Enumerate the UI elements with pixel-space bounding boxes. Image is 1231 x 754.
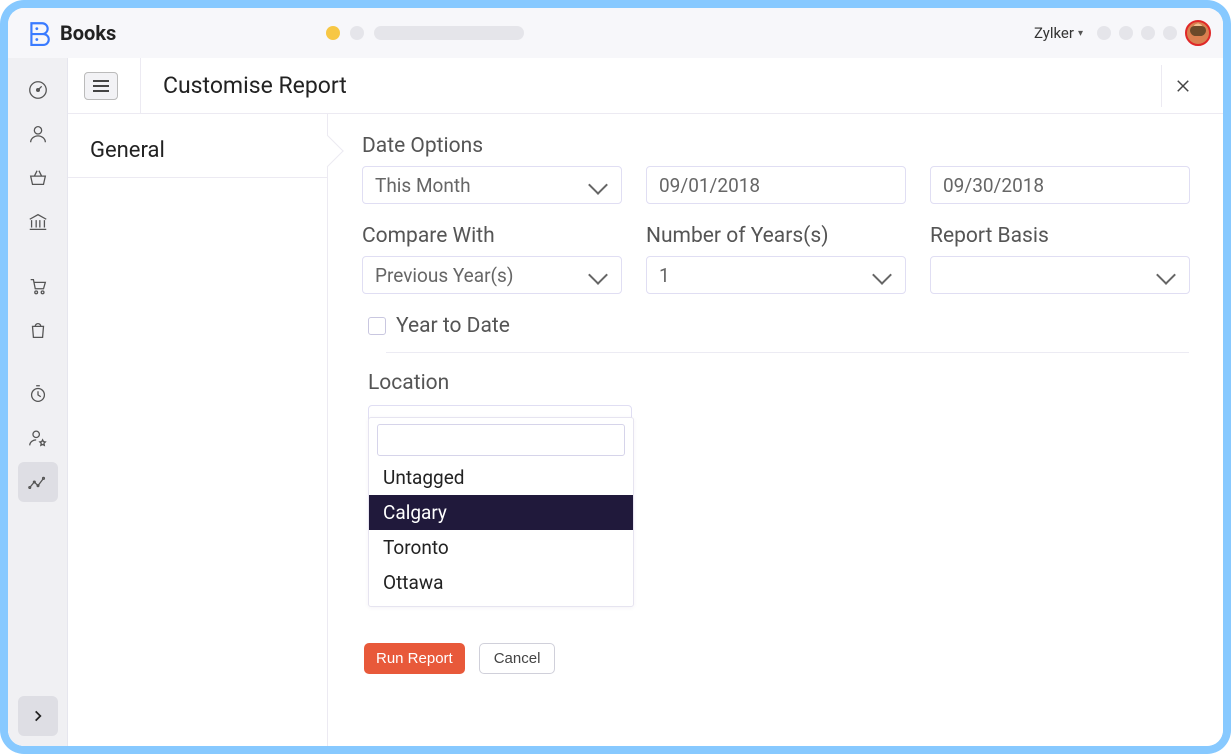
sidepanel-item-general[interactable]: General xyxy=(68,124,327,178)
top-dot xyxy=(350,26,364,40)
date-from-value: 09/01/2018 xyxy=(659,174,760,197)
top-placeholder-pills xyxy=(326,26,524,40)
app-logo[interactable]: Books xyxy=(26,20,116,46)
nav-sales[interactable] xyxy=(18,266,58,306)
form-buttons: Run Report Cancel xyxy=(364,643,1189,674)
top-bar: Books Zylker ▾ xyxy=(8,8,1223,58)
nav-expand[interactable] xyxy=(18,696,58,736)
nav-dashboard[interactable] xyxy=(18,70,58,110)
sidepanel-item-label: General xyxy=(90,138,165,163)
settings-sidepanel: General xyxy=(68,114,328,746)
report-form: Date Options This Month 09/01/2018 09/30… xyxy=(328,114,1223,746)
page-title: Customise Report xyxy=(163,72,347,99)
year-to-date-label: Year to Date xyxy=(396,314,510,338)
number-of-years-select[interactable]: 1 xyxy=(646,256,906,294)
chevron-down-icon xyxy=(872,265,892,285)
label-date-options: Date Options xyxy=(362,134,1189,158)
bag-icon xyxy=(27,319,49,341)
top-action-dot-2[interactable] xyxy=(1119,26,1133,40)
nav-time[interactable] xyxy=(18,374,58,414)
label-report-basis: Report Basis xyxy=(930,224,1190,248)
location-dropdown-search[interactable] xyxy=(377,424,625,456)
top-action-dot-4[interactable] xyxy=(1163,26,1177,40)
stopwatch-icon xyxy=(27,383,49,405)
location-option-ottawa[interactable]: Ottawa xyxy=(369,565,633,600)
year-to-date-row: Year to Date xyxy=(368,314,1189,338)
cancel-button[interactable]: Cancel xyxy=(479,643,556,674)
close-icon xyxy=(1174,77,1192,95)
cart-icon xyxy=(27,275,49,297)
top-action-dot-1[interactable] xyxy=(1097,26,1111,40)
location-option-toronto[interactable]: Toronto xyxy=(369,530,633,565)
chevron-down-icon xyxy=(588,175,608,195)
chevron-down-icon xyxy=(588,265,608,285)
date-preset-value: This Month xyxy=(375,174,471,197)
chevron-down-icon: ▾ xyxy=(1078,28,1083,39)
label-number-of-years: Number of Years(s) xyxy=(646,224,906,248)
date-options-row: This Month 09/01/2018 09/30/2018 xyxy=(362,166,1189,204)
date-preset-select[interactable]: This Month xyxy=(362,166,622,204)
year-to-date-checkbox[interactable] xyxy=(368,317,386,335)
content-area: General Date Options This Month 09/01/20… xyxy=(68,114,1223,746)
location-field: Location Untagged Calgary Toronto Ottawa xyxy=(368,371,1189,443)
app-body: Customise Report General Date Options xyxy=(8,58,1223,746)
label-location: Location xyxy=(368,371,1189,395)
top-right-controls: Zylker ▾ xyxy=(1034,8,1211,58)
date-to-input[interactable]: 09/30/2018 xyxy=(930,166,1190,204)
compare-row: Compare With Previous Year(s) Number of … xyxy=(362,224,1189,294)
top-action-dot-3[interactable] xyxy=(1141,26,1155,40)
basket-icon xyxy=(27,167,49,189)
person-star-icon xyxy=(27,427,49,449)
main-panel: Customise Report General Date Options xyxy=(68,58,1223,746)
header-divider xyxy=(140,58,141,113)
books-logo-icon xyxy=(26,20,52,46)
gauge-icon xyxy=(27,79,49,101)
app-name: Books xyxy=(60,21,116,45)
bank-icon xyxy=(27,211,49,233)
nav-items[interactable] xyxy=(18,158,58,198)
organization-name: Zylker xyxy=(1034,24,1074,42)
date-to-value: 09/30/2018 xyxy=(943,174,1044,197)
number-of-years-value: 1 xyxy=(659,264,670,287)
top-bar-placeholder xyxy=(374,26,524,40)
chart-line-icon xyxy=(27,471,49,493)
page-header: Customise Report xyxy=(68,58,1223,114)
location-option-untagged[interactable]: Untagged xyxy=(369,460,633,495)
nav-contacts[interactable] xyxy=(18,114,58,154)
divider xyxy=(386,352,1189,353)
date-from-input[interactable]: 09/01/2018 xyxy=(646,166,906,204)
chevron-down-icon xyxy=(1156,265,1176,285)
location-option-calgary[interactable]: Calgary xyxy=(369,495,633,530)
nav-banking[interactable] xyxy=(18,202,58,242)
compare-with-select[interactable]: Previous Year(s) xyxy=(362,256,622,294)
window-frame: Books Zylker ▾ xyxy=(0,0,1231,754)
nav-purchases[interactable] xyxy=(18,310,58,350)
close-button[interactable] xyxy=(1161,65,1203,107)
header-menu-button[interactable] xyxy=(84,72,118,100)
report-basis-select[interactable] xyxy=(930,256,1190,294)
organization-selector[interactable]: Zylker ▾ xyxy=(1034,24,1083,42)
nav-accountant[interactable] xyxy=(18,418,58,458)
nav-reports[interactable] xyxy=(18,462,58,502)
user-avatar[interactable] xyxy=(1185,20,1211,46)
chevron-right-icon xyxy=(31,709,45,723)
compare-with-value: Previous Year(s) xyxy=(375,264,513,287)
run-report-button[interactable]: Run Report xyxy=(364,643,465,674)
status-dot-yellow xyxy=(326,26,340,40)
label-compare-with: Compare With xyxy=(362,224,622,248)
person-icon xyxy=(27,123,49,145)
location-dropdown: Untagged Calgary Toronto Ottawa xyxy=(368,417,634,607)
app-window: Books Zylker ▾ xyxy=(8,8,1223,746)
nav-rail xyxy=(8,58,68,746)
menu-icon xyxy=(93,85,109,87)
